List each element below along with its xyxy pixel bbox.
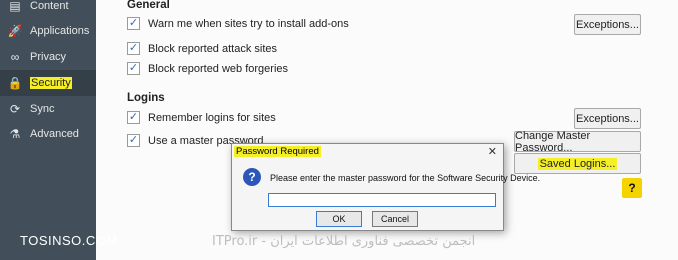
- block-forgeries-row: ✓ Block reported web forgeries: [127, 62, 288, 75]
- button-label: Change Master Password...: [515, 129, 591, 154]
- addons-exceptions-button[interactable]: Exceptions...: [574, 14, 641, 35]
- help-button[interactable]: ?: [622, 178, 642, 198]
- saved-logins-button[interactable]: Saved Logins...: [514, 153, 641, 174]
- password-required-dialog: Password Required ✕ ? Please enter the m…: [231, 143, 540, 231]
- sidebar-item-label: Sync: [30, 103, 55, 115]
- sidebar-item-content[interactable]: ▤ Content: [0, 0, 96, 19]
- general-heading: General: [127, 0, 170, 11]
- block-attack-checkbox[interactable]: ✓: [127, 42, 140, 55]
- remember-logins-row: ✓ Remember logins for sites: [127, 111, 276, 124]
- sidebar-item-label: Advanced: [30, 128, 79, 140]
- cancel-button[interactable]: Cancel: [372, 211, 418, 227]
- button-label: Exceptions...: [576, 18, 639, 31]
- remember-logins-checkbox[interactable]: ✓: [127, 111, 140, 124]
- warn-addons-row: ✓ Warn me when sites try to install add-…: [127, 17, 349, 30]
- sidebar-item-label: Content: [30, 0, 69, 12]
- sidebar-item-security[interactable]: 🔒 Security: [0, 70, 96, 96]
- button-label: Saved Logins...: [537, 157, 618, 170]
- close-icon[interactable]: ✕: [488, 145, 497, 158]
- sync-icon: ⟳: [9, 102, 21, 116]
- document-icon: ▤: [9, 0, 21, 13]
- sidebar-item-label: Privacy: [30, 51, 67, 63]
- question-icon: ?: [243, 168, 261, 186]
- dialog-title: Password Required: [234, 146, 321, 157]
- logins-heading: Logins: [127, 92, 165, 104]
- warn-addons-label: Warn me when sites try to install add-on…: [148, 17, 349, 30]
- block-forgeries-label: Block reported web forgeries: [148, 62, 289, 75]
- logins-exceptions-button[interactable]: Exceptions...: [574, 108, 641, 129]
- watermark-right: ITPro.ir - انجمن تخصصی فناوری اطلاعات ای…: [212, 234, 476, 249]
- wizard-icon: ⚗: [9, 127, 21, 141]
- master-password-input[interactable]: [268, 193, 496, 207]
- remember-logins-label: Remember logins for sites: [148, 111, 276, 124]
- change-master-password-button[interactable]: Change Master Password...: [514, 129, 641, 154]
- sidebar-item-privacy[interactable]: ∞ Privacy: [0, 44, 96, 70]
- master-password-checkbox[interactable]: ✓: [127, 134, 140, 147]
- ok-button[interactable]: OK: [316, 211, 362, 227]
- button-label: Exceptions...: [576, 112, 639, 125]
- lock-icon: 🔒: [7, 76, 23, 90]
- sidebar-item-label: Applications: [30, 25, 90, 37]
- sidebar-item-advanced[interactable]: ⚗ Advanced: [0, 121, 96, 147]
- block-forgeries-checkbox[interactable]: ✓: [127, 62, 140, 75]
- sidebar-item-sync[interactable]: ⟳ Sync: [0, 96, 96, 122]
- sidebar-item-label: Security: [30, 77, 72, 89]
- mask-icon: ∞: [10, 50, 20, 64]
- sidebar-item-applications[interactable]: 🚀 Applications: [0, 18, 96, 44]
- block-attack-row: ✓ Block reported attack sites: [127, 42, 277, 55]
- rocket-icon: 🚀: [7, 24, 23, 38]
- sidebar: ▤ Content 🚀 Applications ∞ Privacy 🔒 Sec…: [0, 0, 96, 260]
- watermark-left: TOSINSO.COM: [20, 233, 118, 248]
- dialog-message: Please enter the master password for the…: [270, 173, 541, 183]
- warn-addons-checkbox[interactable]: ✓: [127, 17, 140, 30]
- block-attack-label: Block reported attack sites: [148, 42, 278, 55]
